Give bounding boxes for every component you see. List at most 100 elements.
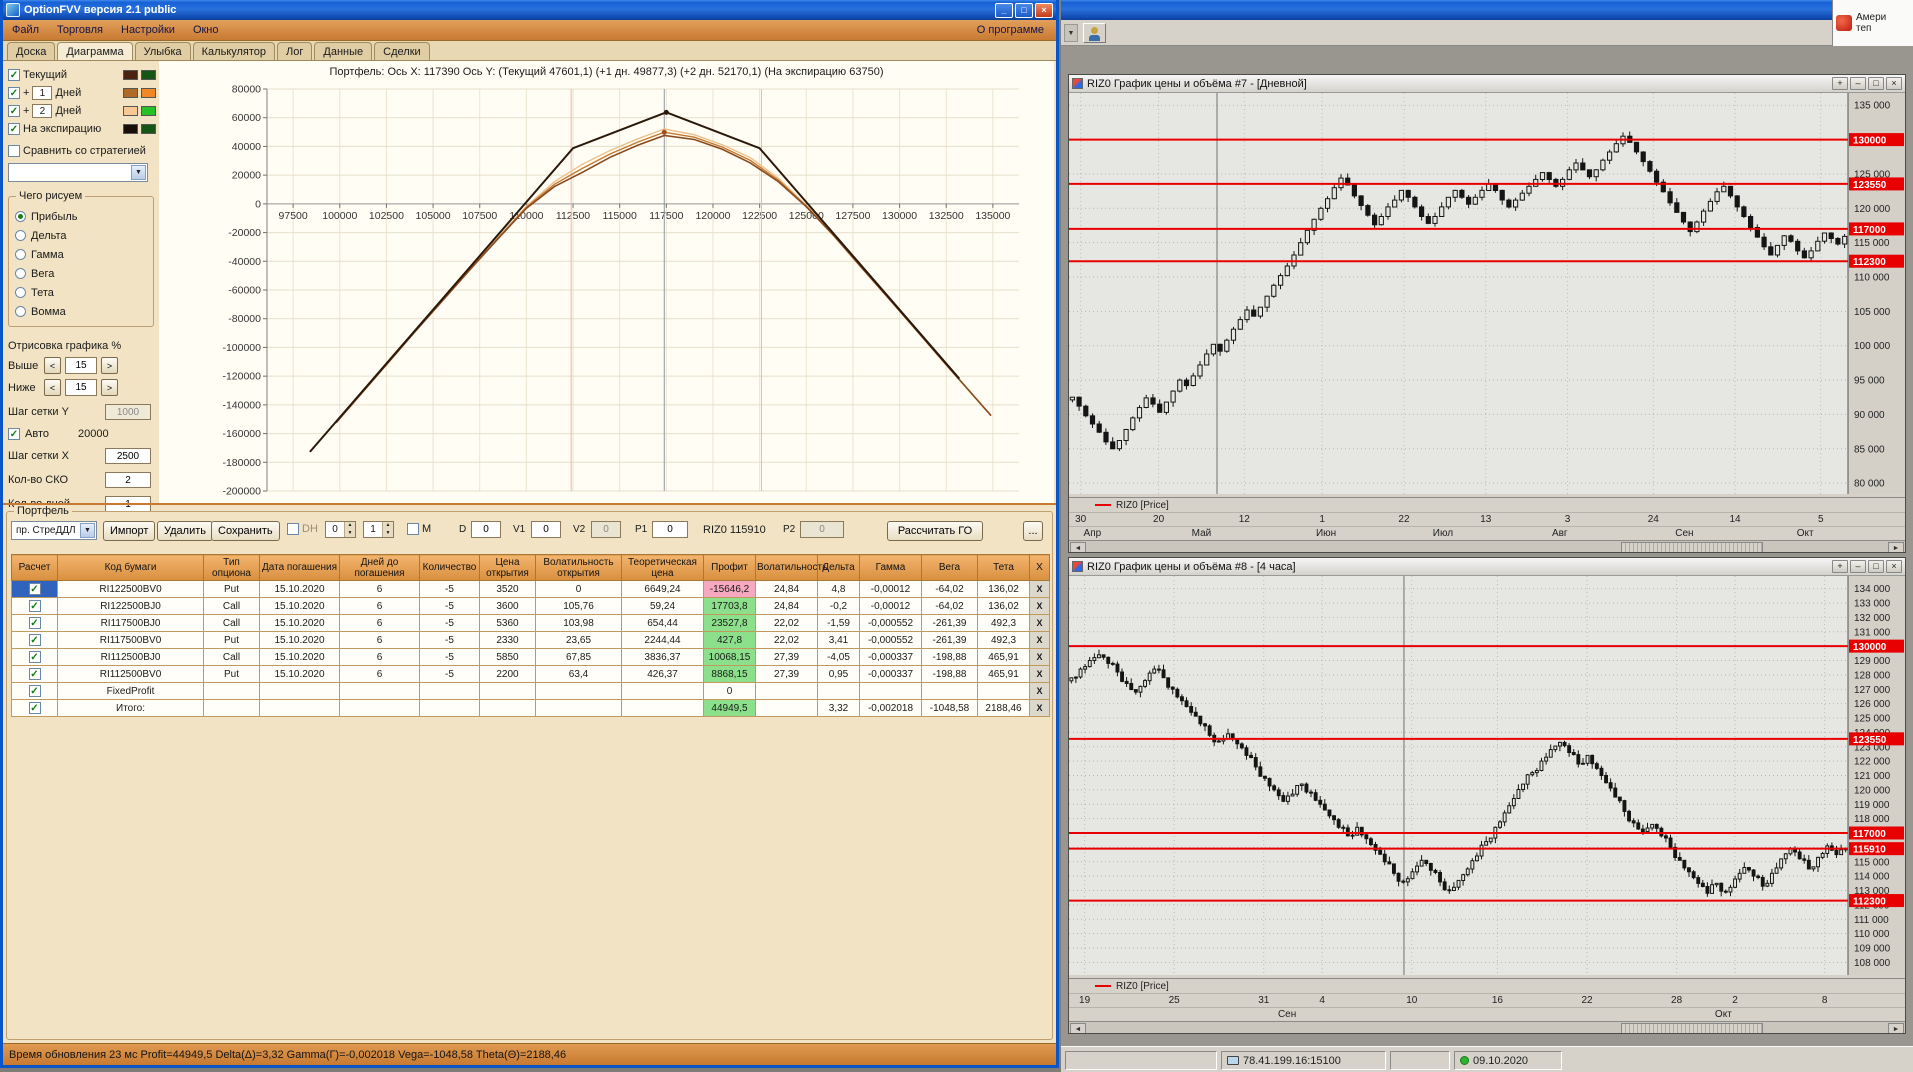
checkbox[interactable]: ✓ — [8, 105, 20, 117]
spin-down-icon[interactable]: ▼ — [383, 529, 393, 537]
checkbox[interactable]: ✓ — [8, 69, 20, 81]
tab-Данные[interactable]: Данные — [314, 42, 373, 60]
compare-strategy-toggle[interactable]: Сравнить со стратегией — [8, 142, 156, 160]
row-checkbox[interactable]: ✓ — [28, 702, 41, 714]
increase-below-button[interactable]: > — [101, 379, 118, 396]
decrease-below-button[interactable]: < — [44, 379, 61, 396]
series-toggle-expiration[interactable]: ✓ На экспирацию — [8, 120, 156, 138]
menu-Торговля[interactable]: Торговля — [48, 22, 112, 38]
tab-Калькулятор[interactable]: Калькулятор — [192, 42, 276, 60]
checkbox[interactable] — [287, 523, 299, 535]
radio-Тета[interactable]: Тета — [15, 283, 147, 302]
v1-input[interactable] — [531, 521, 561, 538]
series-toggle-plus2[interactable]: ✓ + 2 Дней — [8, 102, 156, 120]
increase-above-button[interactable]: > — [101, 357, 118, 374]
minimize-button[interactable]: – — [1850, 77, 1866, 90]
tab-Улыбка[interactable]: Улыбка — [134, 42, 191, 60]
days-value[interactable]: 1 — [32, 86, 53, 100]
menu-Файл[interactable]: Файл — [3, 22, 48, 38]
delete-row-button[interactable]: X — [1029, 580, 1050, 598]
d-input[interactable] — [471, 521, 501, 538]
save-button[interactable]: Сохранить — [211, 521, 280, 541]
delete-row-button[interactable]: X — [1029, 631, 1050, 649]
row-checkbox[interactable]: ✓ — [28, 685, 41, 697]
row-checkbox[interactable]: ✓ — [28, 651, 41, 663]
scroll-right-arrow[interactable]: ► — [1888, 542, 1904, 552]
close-button[interactable]: × — [1886, 560, 1902, 573]
window-titlebar[interactable]: RIZ0 График цены и объёма #7 - [Дневной]… — [1069, 75, 1905, 93]
spin-up-icon[interactable]: ▲ — [383, 522, 393, 530]
dh-spinner-1[interactable]: 0 ▲ ▼ — [325, 521, 356, 538]
dh-spinner-2[interactable]: 1 ▲ ▼ — [363, 521, 394, 538]
checkbox[interactable] — [8, 145, 20, 157]
row-checkbox-cell[interactable]: ✓ — [11, 699, 58, 717]
row-checkbox[interactable]: ✓ — [28, 600, 41, 612]
close-button[interactable]: × — [1886, 77, 1902, 90]
radio-Вега[interactable]: Вега — [15, 264, 147, 283]
close-button[interactable]: × — [1035, 2, 1053, 18]
menu-about[interactable]: О программе — [968, 22, 1056, 38]
scroll-right-arrow[interactable]: ► — [1888, 1023, 1904, 1033]
spin-up-icon[interactable]: ▲ — [345, 522, 355, 530]
toolbar-dropdown-icon[interactable]: ▼ — [1064, 23, 1078, 42]
maximize-button[interactable]: □ — [1015, 2, 1033, 18]
candlestick-plot[interactable]: 80 000 85 000 90 000 95 000 100 000 105 000 11… — [1069, 93, 1905, 494]
more-button[interactable]: ... — [1023, 521, 1043, 541]
checkbox[interactable]: ✓ — [8, 87, 20, 99]
window-titlebar[interactable]: RIZ0 График цены и объёма #8 - [4 часа] … — [1069, 558, 1905, 576]
tab-Доска[interactable]: Доска — [7, 42, 56, 60]
row-checkbox-cell[interactable]: ✓ — [11, 631, 58, 649]
scroll-left-arrow[interactable]: ◄ — [1070, 1023, 1086, 1033]
below-percent-input[interactable] — [65, 379, 97, 396]
calc-margin-button[interactable]: Рассчитать ГО — [887, 521, 983, 541]
delete-row-button[interactable]: X — [1029, 699, 1050, 717]
spin-down-icon[interactable]: ▼ — [345, 529, 355, 537]
dh-toggle[interactable]: DH — [287, 523, 318, 535]
row-checkbox-cell[interactable]: ✓ — [11, 682, 58, 700]
row-checkbox[interactable]: ✓ — [28, 634, 41, 646]
radio-Гамма[interactable]: Гамма — [15, 245, 147, 264]
scroll-thumb[interactable] — [1620, 542, 1763, 552]
horizontal-scrollbar[interactable]: ◄ ► — [1069, 1021, 1905, 1033]
delete-row-button[interactable]: X — [1029, 665, 1050, 683]
series-toggle-current[interactable]: ✓ Текущий — [8, 66, 156, 84]
window-menu-button[interactable]: + — [1832, 77, 1848, 90]
strategy-select[interactable]: пр. СтреДДЛ ▼ — [11, 521, 97, 540]
row-checkbox-cell[interactable]: ✓ — [11, 597, 58, 615]
row-checkbox[interactable]: ✓ — [28, 583, 41, 595]
series-toggle-plus1[interactable]: ✓ + 1 Дней — [8, 84, 156, 102]
p1-input[interactable] — [652, 521, 688, 538]
row-checkbox[interactable]: ✓ — [28, 617, 41, 629]
tab-Лог[interactable]: Лог — [277, 42, 313, 60]
radio-Вомма[interactable]: Вомма — [15, 302, 147, 321]
days-value[interactable]: 2 — [32, 104, 53, 118]
delete-row-button[interactable]: X — [1029, 682, 1050, 700]
grid-step-x-input[interactable] — [105, 448, 151, 464]
maximize-button[interactable]: □ — [1868, 560, 1884, 573]
scroll-thumb[interactable] — [1620, 1023, 1763, 1033]
menu-Окно[interactable]: Окно — [184, 22, 228, 38]
above-percent-input[interactable] — [65, 357, 97, 374]
background-window-titlebar[interactable] — [1061, 0, 1832, 20]
delete-button[interactable]: Удалить — [157, 521, 213, 541]
row-checkbox-cell[interactable]: ✓ — [11, 665, 58, 683]
maximize-button[interactable]: □ — [1868, 77, 1884, 90]
radio-Прибыль[interactable]: Прибыль — [15, 207, 147, 226]
m-toggle[interactable]: M — [407, 523, 431, 535]
candlestick-plot[interactable]: 108 000109 000110 000111 000112 000113 0… — [1069, 576, 1905, 975]
radio-Дельта[interactable]: Дельта — [15, 226, 147, 245]
window-titlebar[interactable]: OptionFVV версия 2.1 public _ □ × — [3, 0, 1056, 20]
import-button[interactable]: Импорт — [103, 521, 156, 541]
row-checkbox-cell[interactable]: ✓ — [11, 648, 58, 666]
menu-Настройки[interactable]: Настройки — [112, 22, 184, 38]
checkbox[interactable]: ✓ — [8, 123, 20, 135]
accounts-icon[interactable] — [1083, 22, 1106, 43]
chevron-down-icon[interactable]: ▼ — [80, 523, 95, 538]
row-checkbox[interactable]: ✓ — [28, 668, 41, 680]
sko-count-input[interactable] — [105, 472, 151, 488]
delete-row-button[interactable]: X — [1029, 648, 1050, 666]
horizontal-scrollbar[interactable]: ◄ ► — [1069, 540, 1905, 552]
delete-row-button[interactable]: X — [1029, 597, 1050, 615]
tab-Сделки[interactable]: Сделки — [374, 42, 430, 60]
minimize-button[interactable]: – — [1850, 560, 1866, 573]
